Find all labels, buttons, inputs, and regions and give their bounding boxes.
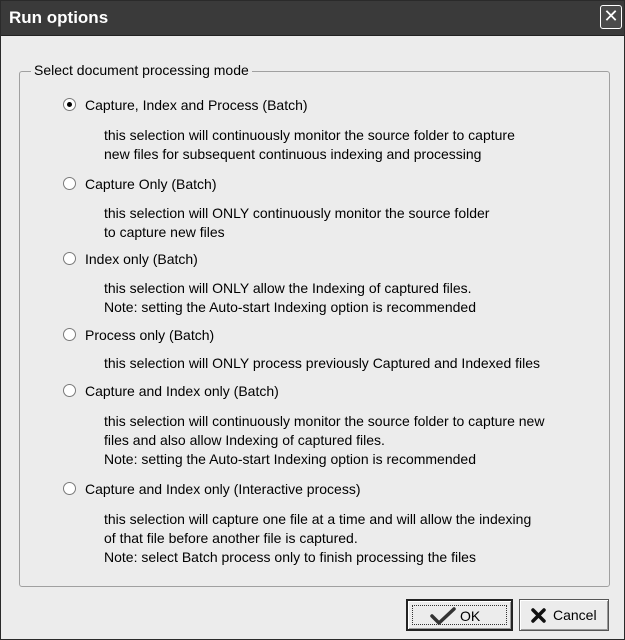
cancel-button[interactable]: Cancel bbox=[519, 599, 609, 631]
radio-button[interactable] bbox=[63, 328, 76, 341]
run-options-dialog: Run options ✕ Select document processing… bbox=[0, 0, 625, 640]
close-icon: ✕ bbox=[603, 6, 619, 26]
groupbox-legend: Select document processing mode bbox=[31, 62, 252, 78]
radio-selected-dot bbox=[67, 102, 72, 107]
option-description: this selection will ONLY continuously mo… bbox=[104, 204, 489, 242]
cancel-button-label: Cancel bbox=[553, 607, 597, 623]
description-line: this selection will continuously monitor… bbox=[104, 413, 545, 429]
x-mark-icon bbox=[531, 608, 546, 623]
option-label[interactable]: Index only (Batch) bbox=[85, 251, 198, 267]
ok-button-label: OK bbox=[460, 608, 481, 624]
option-label[interactable]: Process only (Batch) bbox=[85, 327, 214, 343]
description-line: Note: setting the Auto-start Indexing op… bbox=[104, 451, 476, 467]
option-label[interactable]: Capture, Index and Process (Batch) bbox=[85, 97, 308, 113]
checkmark-icon bbox=[430, 607, 456, 625]
description-line: this selection will ONLY allow the Index… bbox=[104, 280, 472, 296]
option-description: this selection will continuously monitor… bbox=[104, 412, 544, 469]
option-label[interactable]: Capture and Index only (Interactive proc… bbox=[85, 481, 360, 497]
description-line: this selection will capture one file at … bbox=[104, 511, 532, 527]
description-line: Note: select Batch process only to finis… bbox=[104, 549, 476, 565]
description-line: new files for subsequent continuous inde… bbox=[104, 146, 482, 162]
title-bar[interactable]: Run options ✕ bbox=[1, 1, 624, 36]
radio-button[interactable] bbox=[63, 177, 76, 190]
radio-button[interactable] bbox=[63, 252, 76, 265]
description-line: this selection will continuously monitor… bbox=[104, 127, 515, 143]
description-line: Note: setting the Auto-start Indexing op… bbox=[104, 299, 476, 315]
description-line: files and also allow Indexing of capture… bbox=[104, 432, 385, 448]
option-label[interactable]: Capture Only (Batch) bbox=[85, 176, 217, 192]
option-label[interactable]: Capture and Index only (Batch) bbox=[85, 383, 279, 399]
description-line: this selection will ONLY process previou… bbox=[104, 355, 541, 371]
option-description: this selection will ONLY allow the Index… bbox=[104, 279, 476, 317]
ok-button[interactable]: OK bbox=[406, 599, 513, 631]
option-description: this selection will ONLY process previou… bbox=[104, 354, 540, 373]
description-line: to capture new files bbox=[104, 224, 225, 240]
option-description: this selection will capture one file at … bbox=[104, 510, 531, 567]
radio-button[interactable] bbox=[63, 482, 76, 495]
close-button[interactable]: ✕ bbox=[600, 5, 622, 29]
description-line: this selection will ONLY continuously mo… bbox=[104, 205, 490, 221]
radio-button[interactable] bbox=[63, 98, 76, 111]
radio-button[interactable] bbox=[63, 384, 76, 397]
window-title: Run options bbox=[9, 8, 109, 27]
option-description: this selection will continuously monitor… bbox=[104, 126, 515, 164]
description-line: of that file before another file is capt… bbox=[104, 530, 358, 546]
